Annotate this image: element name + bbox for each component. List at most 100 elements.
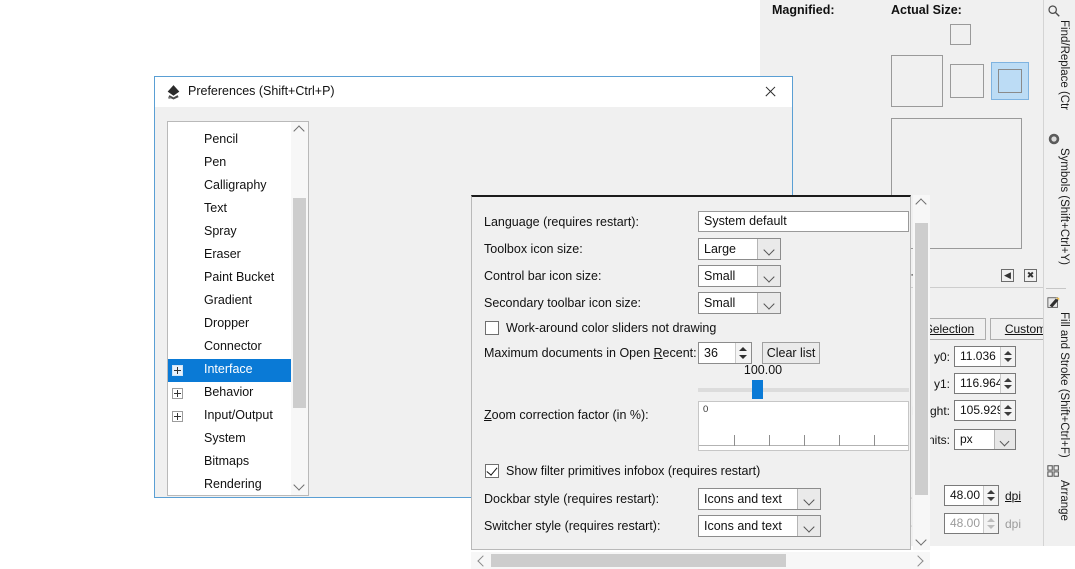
preview-swatch-magnified[interactable]: [891, 55, 943, 107]
tree-item-spray[interactable]: Spray: [168, 221, 292, 244]
dialog-titlebar[interactable]: Preferences (Shift+Ctrl+P): [155, 77, 792, 107]
panel-scroll-thumb[interactable]: [915, 223, 928, 495]
tree-item-pen[interactable]: Pen: [168, 152, 292, 175]
magnified-label: Magnified:: [772, 3, 835, 17]
secondary-toolbar-icon-size-select[interactable]: Small: [698, 292, 781, 314]
preview-swatch-selected[interactable]: [991, 62, 1029, 100]
vertical-dock-tabs: Find/Replace (Ctr Symbols (Shift+Ctrl+Y)…: [1043, 0, 1075, 546]
preferences-tree[interactable]: Pencil Pen Calligraphy Text Spray Eraser…: [167, 121, 309, 496]
img-height-dpi-label: dpi: [1005, 517, 1045, 531]
tree-item-connector[interactable]: Connector: [168, 336, 292, 359]
units-select[interactable]: px: [954, 429, 1016, 450]
tree-scrollbar[interactable]: [291, 122, 308, 495]
vtab-find-replace[interactable]: Find/Replace (Ctr: [1048, 20, 1070, 110]
secondary-toolbar-icon-size-label: Secondary toolbar icon size:: [484, 296, 641, 310]
chevron-down-icon[interactable]: [994, 430, 1015, 449]
panel-horizontal-scrollbar[interactable]: [471, 552, 930, 569]
fill-stroke-icon: [1047, 296, 1061, 310]
img-width-dpi-label: dpi: [1005, 489, 1045, 503]
tree-item-gradient[interactable]: Gradient: [168, 290, 292, 313]
zoom-correction-slider-track[interactable]: [698, 388, 909, 392]
toolbox-icon-size-label: Toolbox icon size:: [484, 242, 583, 256]
dockbar-style-select[interactable]: Icons and text: [698, 488, 821, 510]
switcher-style-label: Switcher style (requires restart):: [484, 519, 660, 533]
expander-icon[interactable]: [172, 388, 183, 399]
zoom-correction-slider-thumb[interactable]: [752, 380, 763, 399]
toolbox-icon-size-select[interactable]: Large: [698, 238, 781, 260]
zoom-correction-label: Zoom correction factor (in %):: [484, 408, 649, 422]
tree-item-behavior[interactable]: Behavior: [168, 382, 292, 405]
chevron-down-icon[interactable]: [757, 293, 780, 313]
zoom-correction-ruler: 0: [698, 401, 909, 451]
y1-stepper[interactable]: [1000, 374, 1015, 393]
preferences-dialog: Preferences (Shift+Ctrl+P) Pencil Pen Ca…: [154, 76, 793, 498]
tree-item-input-output[interactable]: Input/Output: [168, 405, 292, 428]
zoom-correction-value: 100.00: [698, 363, 828, 377]
y0-stepper[interactable]: [1000, 347, 1015, 366]
interface-settings-panel: Language (requires restart): System defa…: [471, 195, 911, 550]
chevron-down-icon[interactable]: [797, 516, 820, 536]
img-height-dpi-stepper[interactable]: [983, 514, 998, 533]
inkscape-logo-icon: [165, 84, 182, 101]
export-height-stepper[interactable]: [1000, 401, 1015, 420]
control-bar-icon-size-label: Control bar icon size:: [484, 269, 601, 283]
img-height-dpi-field[interactable]: 48.00: [944, 513, 999, 534]
tree-item-bitmaps[interactable]: Bitmaps: [168, 451, 292, 474]
preview-size-headers: Magnified: Actual Size:: [772, 0, 1062, 22]
control-bar-icon-size-select[interactable]: Small: [698, 265, 781, 287]
symbols-icon: [1047, 132, 1061, 146]
hscroll-right[interactable]: [911, 552, 928, 569]
filter-infobox-label: Show filter primitives infobox (requires…: [506, 464, 760, 478]
magnifier-icon: [1047, 4, 1061, 18]
export-height-field[interactable]: 105.929: [954, 400, 1016, 421]
img-width-dpi-stepper[interactable]: [983, 486, 998, 505]
tree-scroll-thumb[interactable]: [293, 198, 306, 408]
tree-scroll-up[interactable]: [291, 122, 308, 139]
tree-item-pencil[interactable]: Pencil: [168, 129, 292, 152]
max-documents-stepper[interactable]: [735, 343, 751, 363]
tree-item-text[interactable]: Text: [168, 198, 292, 221]
ruler-zero-label: 0: [703, 404, 708, 415]
close-icon[interactable]: [748, 77, 792, 107]
max-documents-label: Maximum documents in Open Recent:: [484, 346, 697, 360]
tree-item-system[interactable]: System: [168, 428, 292, 451]
language-input[interactable]: System default: [698, 211, 909, 232]
y0-field[interactable]: 11.036: [954, 346, 1016, 367]
hscroll-left[interactable]: [473, 552, 490, 569]
language-label: Language (requires restart):: [484, 215, 639, 229]
switcher-style-select[interactable]: Icons and text: [698, 515, 821, 537]
arrange-icon: [1047, 464, 1061, 478]
tree-item-interface[interactable]: Interface: [168, 359, 292, 382]
vtab-arrange[interactable]: Arrange: [1048, 480, 1070, 521]
tree-item-dropper[interactable]: Dropper: [168, 313, 292, 336]
hscroll-thumb[interactable]: [491, 554, 786, 567]
filter-infobox-checkbox[interactable]: [485, 464, 499, 478]
dialog-title: Preferences (Shift+Ctrl+P): [188, 84, 335, 98]
img-width-dpi-field[interactable]: 48.00: [944, 485, 999, 506]
panel-scroll-up[interactable]: [913, 195, 930, 212]
clear-list-button[interactable]: Clear list: [762, 342, 820, 364]
tree-item-calligraphy[interactable]: Calligraphy: [168, 175, 292, 198]
vtab-fill-stroke[interactable]: Fill and Stroke (Shift+Ctrl+F): [1048, 312, 1070, 458]
chevron-down-icon[interactable]: [797, 489, 820, 509]
tree-item-paint-bucket[interactable]: Paint Bucket: [168, 267, 292, 290]
preview-swatch-24[interactable]: [950, 64, 984, 98]
vtab-symbols[interactable]: Symbols (Shift+Ctrl+Y): [1048, 148, 1070, 265]
tree-item-eraser[interactable]: Eraser: [168, 244, 292, 267]
dock-close-icon[interactable]: ✖: [1024, 269, 1037, 282]
tree-scroll-down[interactable]: [291, 478, 308, 495]
expander-icon[interactable]: [172, 365, 183, 376]
tree-item-rendering[interactable]: Rendering: [168, 474, 292, 496]
actual-size-label: Actual Size:: [891, 3, 962, 17]
preview-swatch-16[interactable]: [950, 24, 971, 45]
panel-scroll-down[interactable]: [913, 533, 930, 550]
max-documents-field[interactable]: 36: [698, 342, 752, 364]
dock-prev-icon[interactable]: ◀: [1001, 269, 1014, 282]
workaround-color-sliders-checkbox[interactable]: [485, 321, 499, 335]
dockbar-style-label: Dockbar style (requires restart):: [484, 492, 659, 506]
chevron-down-icon[interactable]: [757, 266, 780, 286]
y1-field[interactable]: 116.964: [954, 373, 1016, 394]
expander-icon[interactable]: [172, 411, 183, 422]
panel-scrollbar[interactable]: [913, 195, 930, 550]
chevron-down-icon[interactable]: [757, 239, 780, 259]
